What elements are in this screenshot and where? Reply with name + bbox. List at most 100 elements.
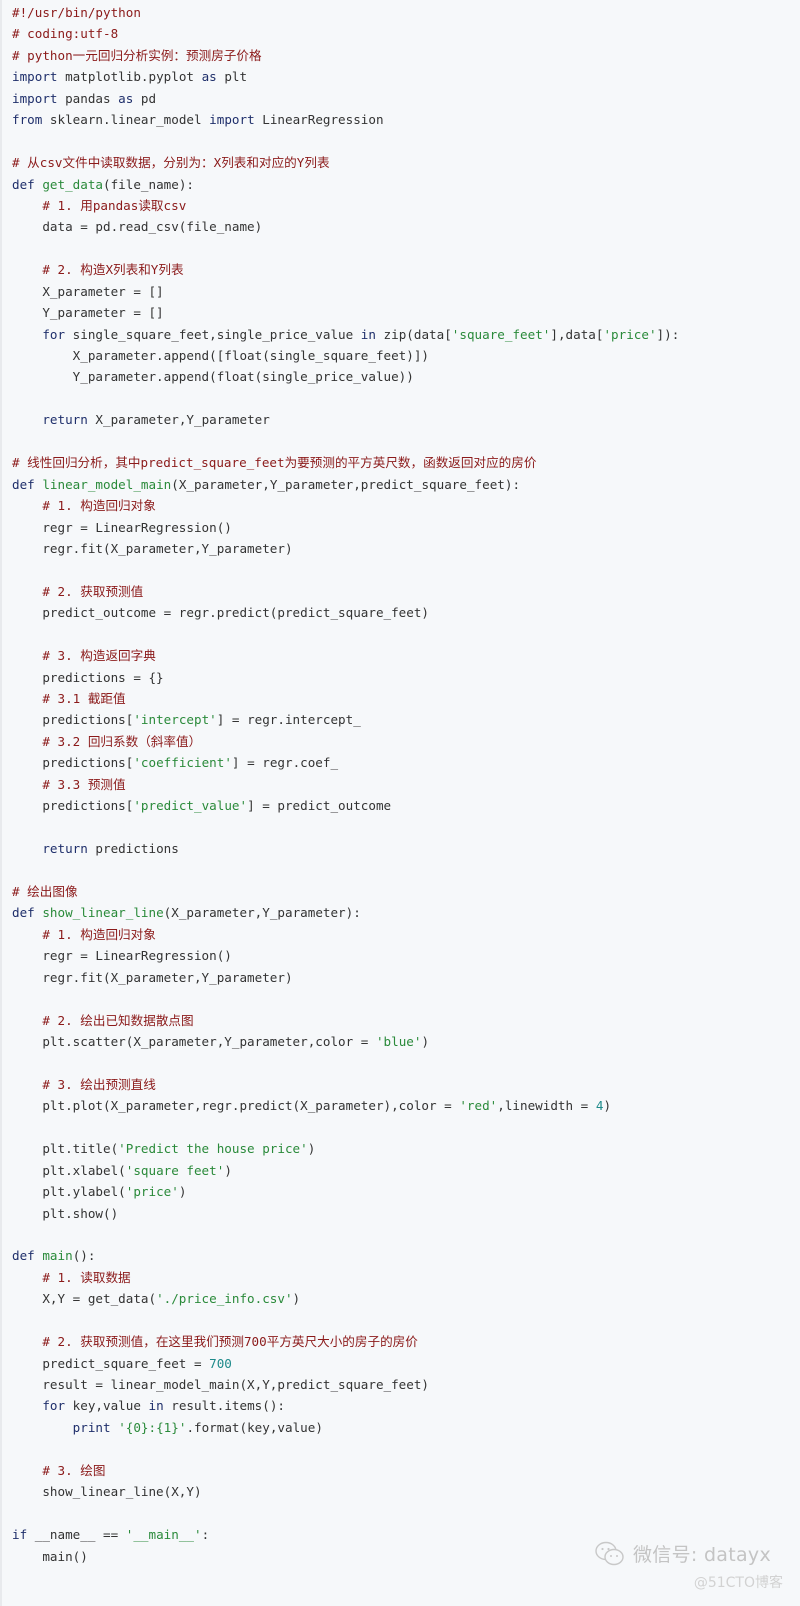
code-text: (file_name):	[103, 176, 195, 192]
code-string: 'predict_value'	[133, 798, 248, 814]
code-string: './price_info.csv'	[156, 1291, 293, 1307]
code-text: key,value	[65, 1398, 149, 1414]
code-line: data = pd.read_csv(file_name)	[12, 216, 800, 237]
code-keyword: as	[118, 90, 134, 106]
code-line: plt.title('Predict the house price')	[12, 1138, 800, 1159]
code-function-name: linear_model_main	[42, 476, 172, 492]
code-line: predictions['predict_value'] = predict_o…	[12, 795, 800, 816]
code-string: '{0}:{1}'	[118, 1419, 187, 1435]
code-line: # 线性回归分析，其中predict_square_feet为要预测的平方英尺数…	[12, 452, 800, 473]
code-text: predictions[	[12, 798, 134, 814]
code-line: # 3.3 预测值	[12, 774, 800, 795]
code-string: 'price'	[125, 1184, 179, 1200]
code-comment: # 1. 用pandas读取csv	[42, 197, 187, 213]
watermark-wechat-id: 微信号: datayx	[633, 1544, 772, 1566]
code-keyword: from	[12, 112, 43, 128]
code-line: predictions = {}	[12, 667, 800, 688]
code-keyword: for	[42, 1398, 66, 1414]
code-line: predictions['coefficient'] = regr.coef_	[12, 752, 800, 773]
code-text: regr = LinearRegression()	[12, 519, 232, 535]
code-line: plt.plot(X_parameter,regr.predict(X_para…	[12, 1095, 800, 1116]
code-text: __name__ ==	[27, 1527, 126, 1543]
code-text: )	[421, 1034, 430, 1049]
code-text: plt.scatter(X_parameter,Y_parameter,colo…	[12, 1034, 376, 1049]
code-comment: # 1. 构造回归对象	[42, 926, 156, 942]
code-comment: # 2. 获取预测值，在这里我们预测700平方英尺大小的房子的房价	[42, 1334, 418, 1350]
code-line: #!/usr/bin/python	[12, 2, 800, 23]
code-line: # 3.2 回归系数（斜率值）	[12, 731, 800, 752]
code-line: regr.fit(X_parameter,Y_parameter)	[12, 538, 800, 559]
code-text: pd	[133, 90, 157, 106]
code-string: 'price'	[603, 326, 657, 342]
code-line: return predictions	[12, 838, 800, 859]
code-text: plt.ylabel(	[12, 1184, 126, 1200]
code-text: .format(key,value)	[186, 1419, 323, 1435]
code-text: Y_parameter.append(float(single_price_va…	[12, 369, 414, 385]
code-line: X_parameter = []	[12, 281, 800, 302]
code-line: regr = LinearRegression()	[12, 945, 800, 966]
code-text: predictions[	[12, 755, 134, 771]
code-line: # 2. 获取预测值，在这里我们预测700平方英尺大小的房子的房价	[12, 1331, 800, 1352]
code-line: predict_square_feet = 700	[12, 1353, 800, 1374]
code-text: ] = predict_outcome	[247, 798, 392, 814]
code-text: single_square_feet,single_price_value	[65, 326, 361, 342]
code-line: for key,value in result.items():	[12, 1395, 800, 1416]
code-text: ] = regr.coef_	[231, 755, 339, 771]
code-comment: # 1. 构造回归对象	[42, 498, 156, 514]
code-line: X_parameter.append([float(single_square_…	[12, 345, 800, 366]
code-comment: # 2. 绘出已知数据散点图	[42, 1012, 194, 1028]
code-text: main()	[12, 1548, 88, 1564]
code-text: ],data[	[550, 326, 604, 342]
code-text: pandas	[57, 90, 119, 106]
code-line: # 1. 构造回归对象	[12, 924, 800, 945]
code-comment: # 线性回归分析，其中predict_square_feet为要预测的平方英尺数…	[12, 455, 537, 471]
code-text: plt	[216, 69, 248, 85]
code-line: # 3. 绘出预测直线	[12, 1074, 800, 1095]
code-line: def show_linear_line(X_parameter,Y_param…	[12, 902, 800, 923]
code-line: # 2. 绘出已知数据散点图	[12, 1010, 800, 1031]
code-line: plt.scatter(X_parameter,Y_parameter,colo…	[12, 1031, 800, 1052]
code-keyword: import	[209, 112, 255, 128]
code-text: predictions[	[12, 712, 134, 728]
code-line: import matplotlib.pyplot as plt	[12, 66, 800, 87]
code-line: def linear_model_main(X_parameter,Y_para…	[12, 474, 800, 495]
code-line: regr.fit(X_parameter,Y_parameter)	[12, 967, 800, 988]
code-function-name: get_data	[42, 176, 104, 192]
code-text: X_parameter.append([float(single_square_…	[12, 348, 430, 363]
code-comment: # 1. 读取数据	[42, 1269, 131, 1285]
code-line: regr = LinearRegression()	[12, 517, 800, 538]
code-keyword: return	[42, 841, 88, 857]
wechat-icon	[595, 1541, 624, 1565]
code-text: regr.fit(X_parameter,Y_parameter)	[12, 969, 293, 985]
code-line: def get_data(file_name):	[12, 174, 800, 195]
code-comment: # 2. 获取预测值	[42, 583, 144, 599]
code-keyword: import	[12, 69, 58, 85]
code-text: zip(data[	[375, 326, 452, 342]
code-keyword: return	[42, 412, 88, 428]
watermark: 微信号: datayx @51CTO博客	[595, 1540, 795, 1600]
code-text: ] = regr.intercept_	[216, 712, 361, 728]
code-string: '__main__'	[125, 1527, 202, 1543]
code-comment: # 绘出图像	[12, 883, 78, 899]
code-text: X,Y = get_data(	[12, 1291, 157, 1307]
code-keyword: as	[201, 69, 217, 85]
code-string: 'Predict the house price'	[118, 1141, 308, 1157]
code-text: X_parameter = []	[12, 283, 164, 299]
code-text: show_linear_line(X,Y)	[12, 1484, 202, 1500]
code-line: from sklearn.linear_model import LinearR…	[12, 109, 800, 130]
code-line: # 1. 读取数据	[12, 1267, 800, 1288]
